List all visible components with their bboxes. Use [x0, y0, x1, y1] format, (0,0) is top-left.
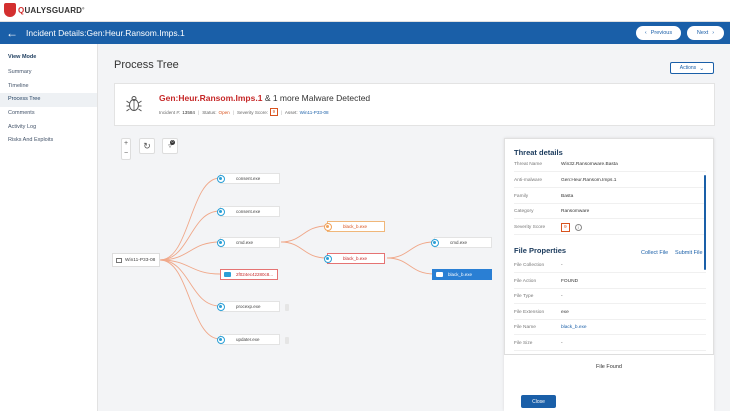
file-action-value: FOUND: [561, 279, 579, 284]
process-icon: [324, 255, 332, 263]
file-row: File Size -: [514, 337, 706, 351]
file-row: File Collection -: [514, 259, 706, 273]
process-node-label: cmd.exe: [236, 239, 254, 245]
process-node[interactable]: updater.exe: [217, 333, 289, 345]
threat-row: Family Basta: [514, 190, 706, 204]
process-icon: [217, 208, 225, 216]
process-icon: [217, 303, 225, 311]
process-icon: [431, 239, 439, 247]
process-node-label: black_b.exe: [343, 255, 368, 261]
file-row: File Extension exe: [514, 306, 706, 320]
process-node-label: 2f024ec42280c8...: [236, 271, 274, 277]
process-node[interactable]: cmd.exe: [217, 236, 280, 248]
file-row: File Type -: [514, 290, 706, 304]
process-icon: [217, 239, 225, 247]
severity-score-value: 9 i: [561, 223, 582, 232]
process-node-label: black_b.exe: [343, 223, 368, 229]
file-row: File Name black_b.exe: [514, 321, 706, 335]
folder-icon: [224, 272, 231, 277]
file-row: File Action FOUND: [514, 275, 706, 289]
threat-details-heading: Threat details: [514, 148, 563, 157]
process-node[interactable]: 2f024ec42280c8...: [220, 268, 278, 280]
process-icon: [217, 175, 225, 183]
file-collection-value: -: [561, 263, 563, 268]
file-found-text: File Found: [596, 364, 622, 370]
family-label: Family: [514, 194, 529, 199]
threat-row: Category Ransomware: [514, 205, 706, 219]
threat-row: Anti-malware Gen:Heur.Ransom.Imps.1: [514, 174, 706, 188]
category-value: Ransomware: [561, 209, 590, 214]
process-node[interactable]: black_b.exe: [324, 252, 385, 264]
process-node-selected[interactable]: black_b.exe: [432, 268, 492, 280]
file-name-label: File Name: [514, 325, 536, 330]
computer-icon: [116, 257, 122, 263]
process-node[interactable]: consent.exe: [217, 172, 280, 184]
file-size-label: File Size: [514, 341, 533, 346]
file-size-value: -: [561, 341, 563, 346]
process-node[interactable]: cmd.exe: [431, 236, 492, 248]
anti-malware-label: Anti-malware: [514, 178, 542, 183]
threat-name-value: Win32.Ransomware.Basta: [561, 162, 618, 167]
process-node-label: procexp.exe: [236, 303, 261, 309]
file-properties-heading: File Properties: [514, 246, 567, 255]
threat-row: Threat Name Win32.Ransomware.Basta: [514, 158, 706, 172]
threat-name-label: Threat Name: [514, 162, 542, 167]
collect-file-link[interactable]: Collect File: [641, 250, 668, 256]
severity-score-label: Severity Score: [514, 225, 546, 230]
file-name-link[interactable]: black_b.exe: [561, 325, 587, 330]
anti-malware-value: Gen:Heur.Ransom.Imps.1: [561, 178, 617, 183]
more-options-icon[interactable]: [285, 336, 289, 344]
file-found-footer: File Found Close: [504, 354, 714, 411]
category-label: Category: [514, 209, 534, 214]
file-type-label: File Type: [514, 294, 534, 299]
process-node[interactable]: procexp.exe: [217, 300, 289, 312]
submit-file-link[interactable]: Submit File: [675, 250, 703, 256]
process-node[interactable]: consent.exe: [217, 205, 280, 217]
root-node-label: Win11-P33-08: [125, 257, 156, 263]
close-button[interactable]: Close: [521, 395, 556, 408]
process-node[interactable]: black_b.exe: [324, 220, 385, 232]
file-extension-label: File Extension: [514, 310, 545, 315]
severity-score-badge: 9: [561, 223, 570, 232]
threat-row: Severity Score 9 i: [514, 221, 706, 235]
folder-icon: [436, 272, 443, 277]
process-node-label: updater.exe: [236, 336, 260, 342]
file-type-value: -: [561, 294, 563, 299]
more-options-icon[interactable]: [285, 303, 289, 311]
tree-root-node[interactable]: Win11-P33-08: [112, 253, 160, 267]
info-icon[interactable]: i: [574, 224, 582, 231]
panel-scrollbar[interactable]: [704, 175, 706, 270]
process-node-label: consent.exe: [236, 175, 261, 181]
file-action-label: File Action: [514, 279, 537, 284]
family-value: Basta: [561, 194, 574, 199]
file-collection-label: File Collection: [514, 263, 545, 268]
file-extension-value: exe: [561, 310, 569, 315]
process-node-label: black_b.exe: [448, 271, 473, 277]
process-node-label: consent.exe: [236, 208, 261, 214]
process-icon: [217, 336, 225, 344]
process-icon: [324, 223, 332, 231]
process-node-label: cmd.exe: [450, 239, 468, 245]
